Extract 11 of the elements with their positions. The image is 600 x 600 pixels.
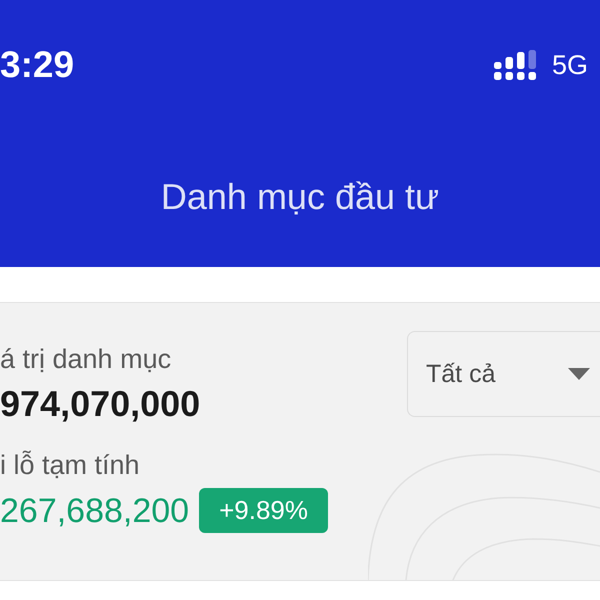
filter-dropdown[interactable]: Tất cả bbox=[407, 331, 600, 417]
network-type: 5G bbox=[552, 49, 588, 81]
signal-icon bbox=[494, 50, 536, 80]
profit-loss-label: i lỗ tạm tính bbox=[0, 450, 140, 480]
portfolio-value-label: á trị danh mục bbox=[0, 344, 172, 374]
page-title: Danh mục đầu tư bbox=[160, 176, 440, 218]
caret-icon bbox=[568, 368, 590, 380]
profit-loss-value: 267,688,200 bbox=[0, 490, 190, 530]
profit-loss-percent: +9.89% bbox=[199, 488, 328, 533]
status-time: 3:29 bbox=[0, 43, 74, 87]
portfolio-value: 974,070,000 bbox=[0, 384, 200, 424]
